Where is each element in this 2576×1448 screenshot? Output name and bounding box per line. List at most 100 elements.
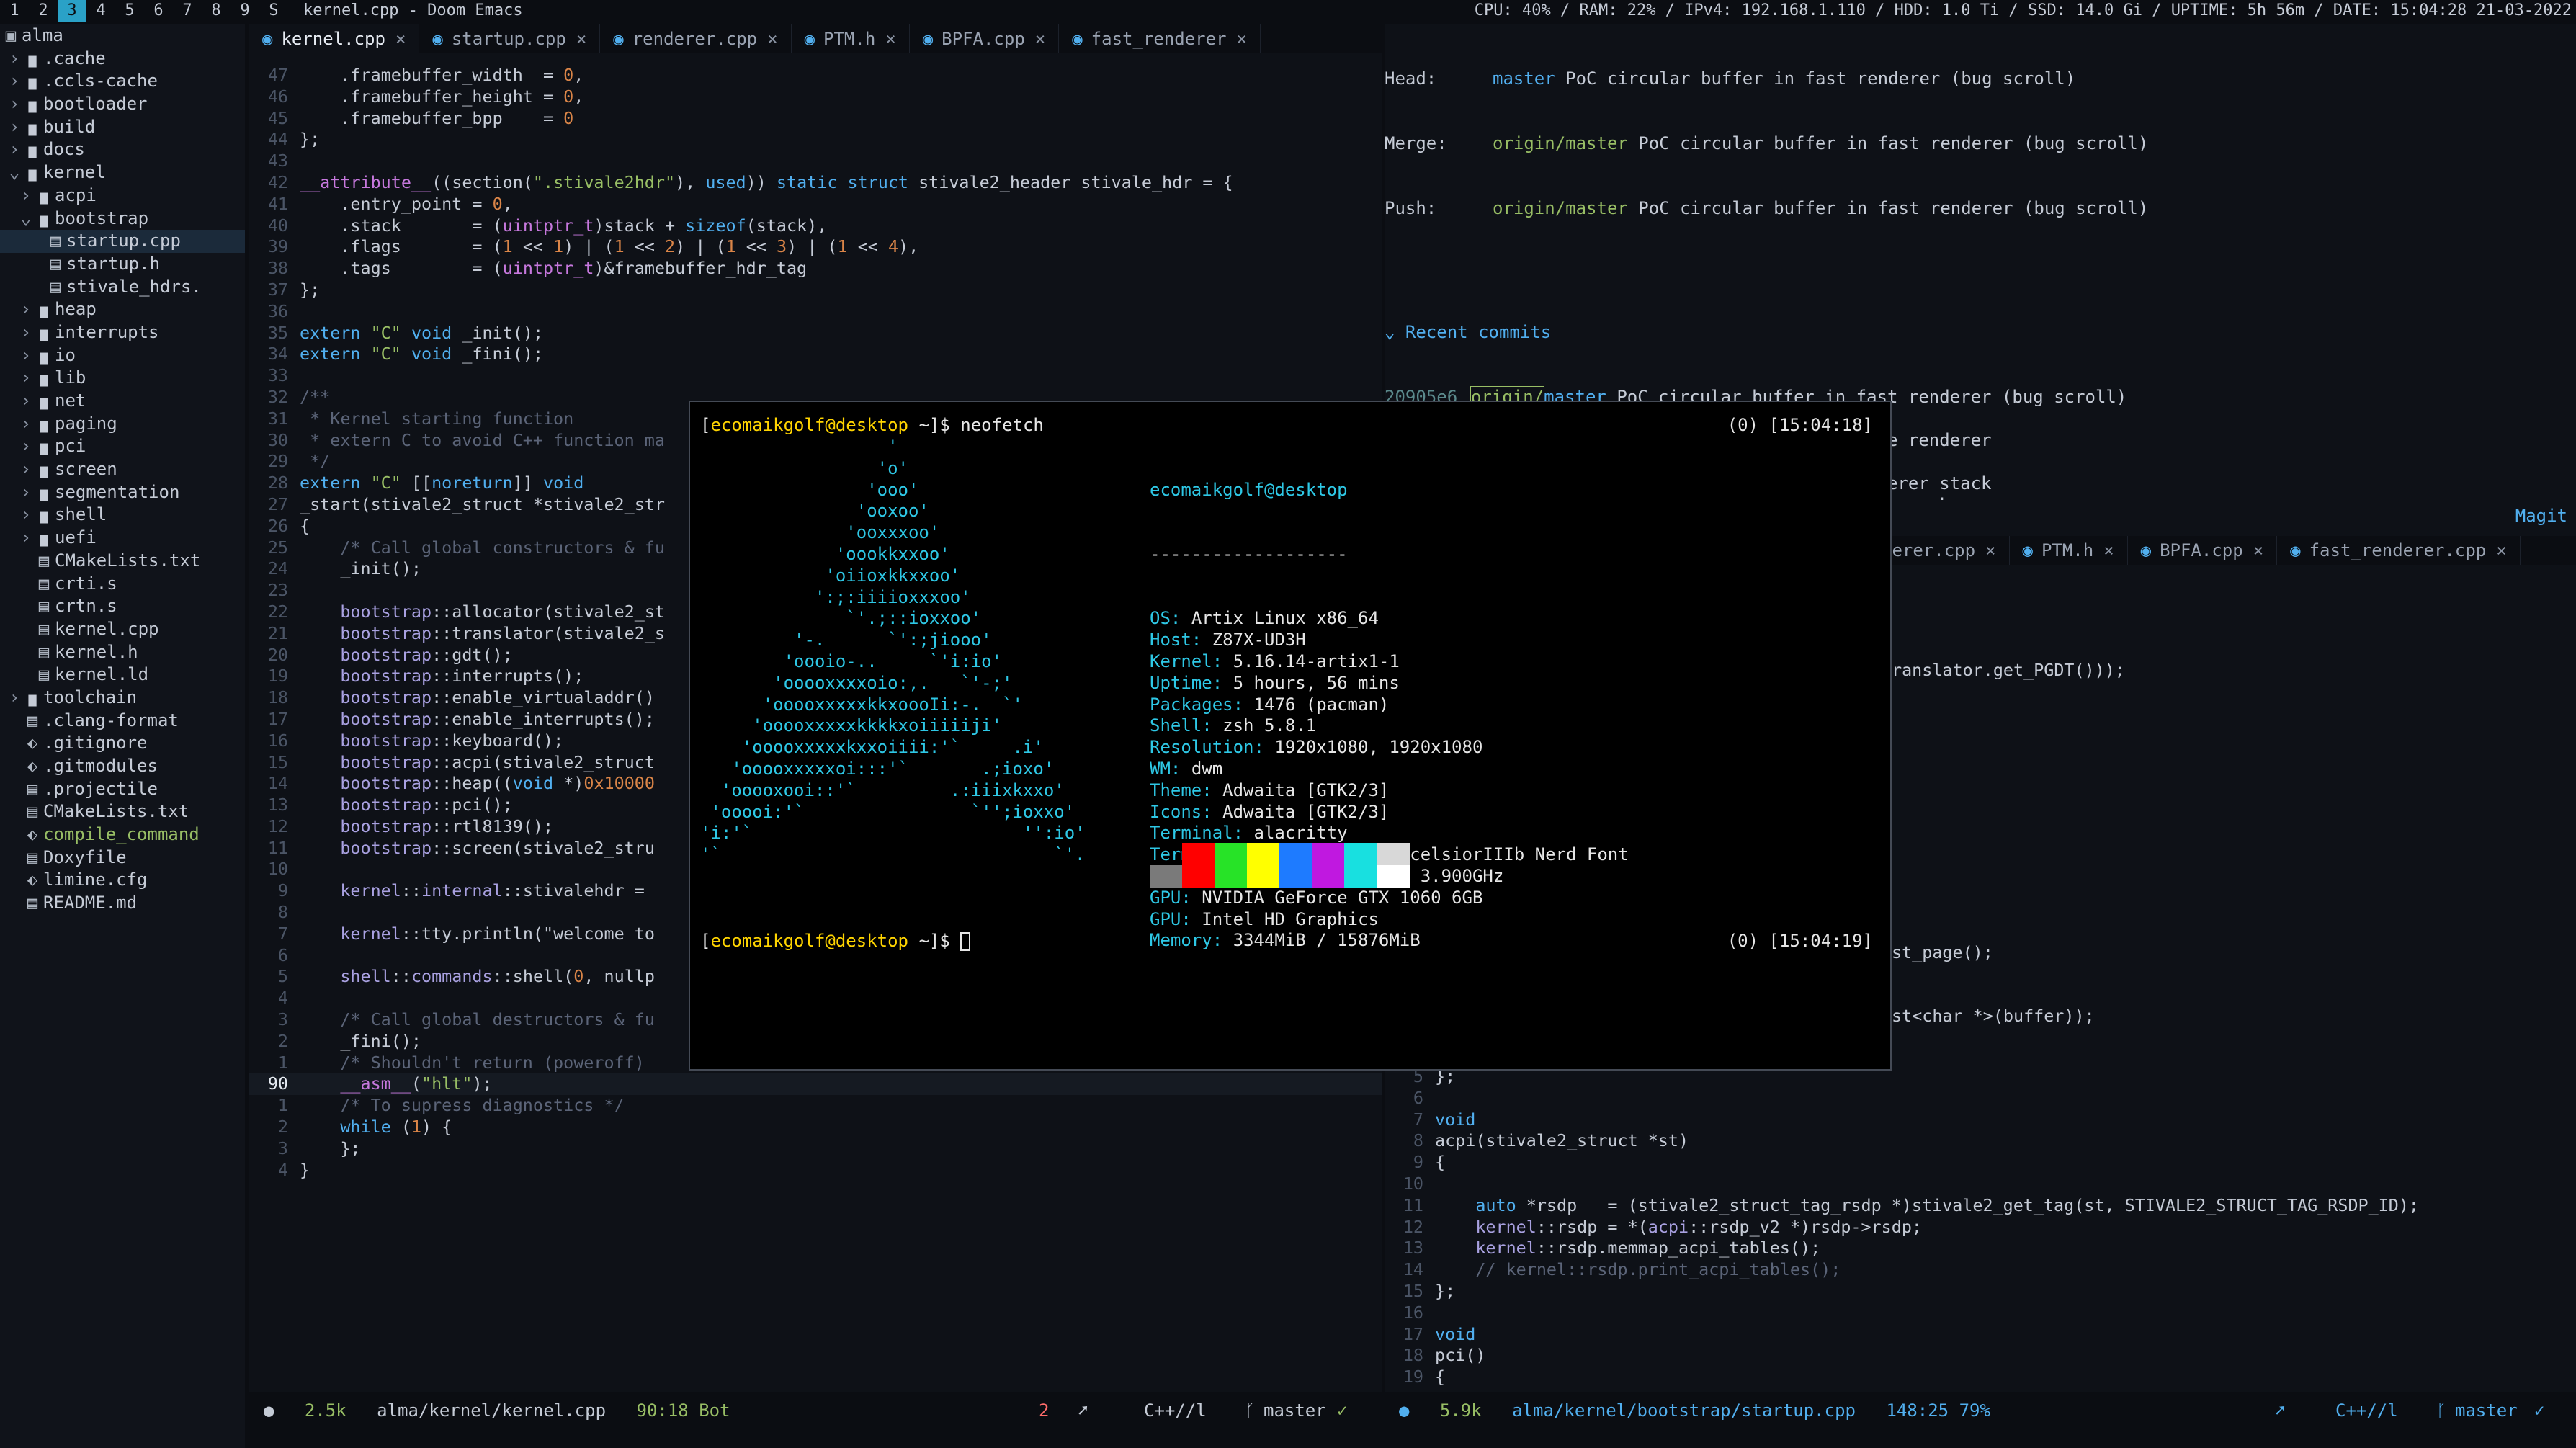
code-text: kernel::tty.println("welcome to [340, 923, 655, 944]
git-branch[interactable]: master [2455, 1393, 2518, 1428]
code-text: .framebuffer_height = 0, [300, 86, 584, 107]
error-count[interactable]: 2 [1039, 1393, 1049, 1428]
editor-tab[interactable]: ◉ fast_renderer.cpp × [2277, 536, 2521, 565]
tree-item-label: acpi [55, 184, 97, 205]
tree-folder[interactable]: ⌄ ▆ bootstrap [0, 207, 245, 231]
tree-file[interactable]: ▤ kernel.cpp [0, 618, 245, 641]
tree-file[interactable]: ▤ startup.cpp [0, 230, 245, 253]
editor-tab[interactable]: ◉ BPFA.cpp × [2128, 536, 2278, 565]
cpp-file-icon: ◉ [613, 29, 624, 49]
workspace-tag[interactable]: 7 [173, 0, 202, 22]
tree-folder[interactable]: › ▆ screen [0, 458, 245, 481]
tree-folder[interactable]: › ▆ docs [0, 138, 245, 161]
editor-tab[interactable]: ◉ fast_renderer × [1059, 24, 1261, 53]
close-icon[interactable]: × [767, 29, 777, 49]
tree-file[interactable]: ▤ stivale_hdrs. [0, 276, 245, 299]
workspace-tag[interactable]: 9 [231, 0, 259, 22]
close-icon[interactable]: × [2253, 540, 2263, 560]
workspace-tag[interactable]: 2 [29, 0, 58, 22]
tree-file[interactable]: ▤ kernel.h [0, 641, 245, 664]
tree-root[interactable]: ▣ alma [0, 24, 245, 48]
info-key: Uptime [1150, 672, 1212, 693]
tree-folder[interactable]: › ▆ interrupts [0, 321, 245, 344]
line-number: 16 [267, 730, 288, 751]
tree-folder[interactable]: › ▆ paging [0, 413, 245, 436]
tab-label: PTM.h [823, 29, 876, 49]
tree-folder[interactable]: › ▆ acpi [0, 184, 245, 207]
editor-tab[interactable]: ◉ PTM.h × [2010, 536, 2128, 565]
tree-folder[interactable]: › ▆ pci [0, 435, 245, 458]
close-icon[interactable]: × [576, 29, 586, 49]
tree-folder[interactable]: › ▆ net [0, 390, 245, 413]
tree-item-label: .gitignore [43, 733, 148, 754]
tree-folder[interactable]: › ▆ segmentation [0, 481, 245, 504]
tree-item-label: crtn.s [55, 596, 117, 617]
tree-folder[interactable]: ⌄ ▆ kernel [0, 161, 245, 184]
recent-commits-heading[interactable]: ⌄ Recent commits [1385, 321, 2576, 343]
editor-tab[interactable]: ◉ startup.cpp × [419, 24, 601, 53]
right-code-area[interactable]: 5}; 6 7 void 8 acpi(stivale2_struct *st) 9{10 1… [1385, 1066, 2576, 1388]
close-icon[interactable]: × [395, 29, 406, 49]
workspace-tag[interactable]: 1 [0, 0, 29, 22]
tree-file[interactable]: ▤ kernel.ld [0, 663, 245, 687]
info-key: Host [1150, 630, 1191, 651]
major-mode[interactable]: C++//l [1144, 1393, 1207, 1428]
line-number: 29 [267, 451, 288, 472]
editor-tab[interactable]: ◉ renderer.cpp × [600, 24, 792, 53]
close-icon[interactable]: × [885, 29, 895, 49]
terminal-window[interactable]: [ecomaikgolf@desktop ~]$ neofetch (0) [1… [689, 401, 1892, 1071]
tree-folder[interactable]: › ▆ toolchain [0, 687, 245, 710]
editor-tab[interactable]: ◉ BPFA.cpp × [910, 24, 1060, 53]
line-number: 3 [277, 1009, 288, 1030]
magit-push-line[interactable]: Push: origin/master PoC circular buffer i… [1385, 197, 2576, 219]
magit-merge-line[interactable]: Merge: origin/master PoC circular buffer … [1385, 133, 2576, 154]
chevron-right-icon: › [20, 527, 32, 548]
workspace-tag[interactable]: 5 [115, 0, 144, 22]
cpp-file-icon: ◉ [2022, 540, 2033, 560]
close-icon[interactable]: × [1985, 540, 1995, 560]
tree-file[interactable]: ▤ README.md [0, 892, 245, 915]
workspace-tag[interactable]: 8 [202, 0, 231, 22]
workspace-tag[interactable]: 6 [144, 0, 173, 22]
workspace-tag[interactable]: S [259, 0, 288, 22]
close-icon[interactable]: × [2103, 540, 2114, 560]
info-value: 5 hours, 56 mins [1233, 672, 1400, 693]
tree-file[interactable]: ▤ crti.s [0, 573, 245, 596]
git-branch[interactable]: master [1264, 1393, 1326, 1428]
tree-folder[interactable]: › ▆ .ccls-cache [0, 70, 245, 93]
magit-head-line[interactable]: Head: master PoC circular buffer in fast … [1385, 68, 2576, 89]
tree-file[interactable]: ▤ CMakeLists.txt [0, 800, 245, 823]
close-icon[interactable]: × [1237, 29, 1247, 49]
editor-tab[interactable]: ◉ PTM.h × [792, 24, 910, 53]
tree-folder[interactable]: › ▆ build [0, 116, 245, 139]
tree-folder[interactable]: › ▆ .cache [0, 48, 245, 71]
tab-label: BPFA.cpp [2160, 540, 2243, 560]
tree-folder[interactable]: › ▆ bootloader [0, 93, 245, 116]
tree-file[interactable]: ⬖ limine.cfg [0, 869, 245, 892]
tree-file[interactable]: ▤ Doxyfile [0, 846, 245, 870]
folder-icon: ▆ [40, 440, 48, 456]
major-mode[interactable]: C++//l [2335, 1393, 2398, 1428]
tree-folder[interactable]: › ▆ uefi [0, 527, 245, 550]
tree-folder[interactable]: › ▆ shell [0, 504, 245, 527]
tree-file[interactable]: ▤ startup.h [0, 253, 245, 276]
tree-file[interactable]: ⬖ .gitmodules [0, 755, 245, 778]
tree-folder[interactable]: › ▆ io [0, 344, 245, 367]
tree-folder[interactable]: › ▆ lib [0, 367, 245, 390]
tree-file[interactable]: ⬖ compile_command [0, 823, 245, 846]
editor-tab[interactable]: ◉ kernel.cpp × [249, 24, 420, 53]
tree-folder[interactable]: › ▆ heap [0, 298, 245, 321]
file-icon: ▤ [38, 573, 50, 594]
workspace-tag[interactable]: 3 [58, 0, 86, 22]
tree-file[interactable]: ▤ crtn.s [0, 595, 245, 618]
tree-file[interactable]: ▤ .projectile [0, 778, 245, 801]
prompt-time-1: (0) [15:04:18] [1727, 415, 1873, 435]
tree-file[interactable]: ▤ CMakeLists.txt [0, 550, 245, 573]
tree-file[interactable]: ▤ .clang-format [0, 710, 245, 733]
tree-file[interactable]: ⬖ .gitignore [0, 732, 245, 755]
close-icon[interactable]: × [2496, 540, 2506, 560]
chevron-right-icon: › [20, 413, 32, 434]
cpp-file-icon: ◉ [922, 29, 934, 49]
close-icon[interactable]: × [1035, 29, 1045, 49]
workspace-tag[interactable]: 4 [86, 0, 115, 22]
